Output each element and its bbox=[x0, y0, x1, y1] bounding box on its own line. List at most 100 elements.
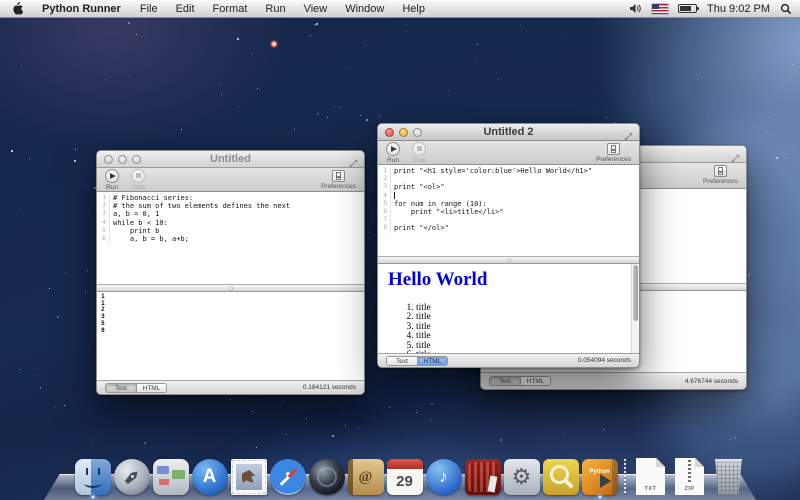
dock-icon-facetime[interactable] bbox=[308, 455, 345, 495]
list-item: title bbox=[416, 342, 629, 351]
dock-icon-mission-control[interactable] bbox=[152, 455, 189, 495]
preferences-button[interactable]: Preferences bbox=[703, 165, 738, 185]
dock-icon-mail[interactable] bbox=[230, 455, 267, 495]
dock-icon-calendar[interactable]: 29 bbox=[386, 455, 423, 495]
dock-icon-search-app[interactable] bbox=[542, 455, 579, 495]
code-line: 4 bbox=[378, 192, 639, 200]
dock-icon-txt-document[interactable]: TXT bbox=[632, 455, 669, 495]
minimize-button[interactable] bbox=[399, 128, 408, 137]
code-line: 5for num in range (10): bbox=[378, 200, 639, 208]
dock-icon-trash[interactable] bbox=[710, 455, 747, 495]
scrollbar[interactable] bbox=[631, 264, 639, 353]
volume-icon[interactable] bbox=[629, 3, 642, 14]
dock-icon-photo-booth[interactable] bbox=[464, 455, 501, 495]
switch-icon bbox=[714, 165, 727, 177]
text-mode-tab[interactable]: Text bbox=[387, 357, 417, 365]
dock-icon-system-preferences[interactable]: ⚙ bbox=[503, 455, 540, 495]
minimize-button[interactable] bbox=[118, 155, 127, 164]
menu-bar-clock[interactable]: Thu 9:02 PM bbox=[707, 3, 770, 15]
titlebar[interactable]: Untitled bbox=[97, 151, 364, 168]
dock-icon-zip-document[interactable]: ZIP bbox=[671, 455, 708, 495]
desktop: Python Runner FileEditFormatRunViewWindo… bbox=[0, 0, 800, 500]
window-untitled-2: Untitled 2 Run Stop Preferences bbox=[377, 123, 640, 368]
close-button[interactable] bbox=[104, 155, 113, 164]
dock-icon-launchpad[interactable] bbox=[113, 455, 150, 495]
play-icon bbox=[386, 142, 400, 156]
output-mode-switch: Text HTML bbox=[386, 356, 448, 366]
list-item: title bbox=[416, 332, 629, 341]
dock: A @ 29 ♪ ⚙ Python bbox=[0, 444, 800, 500]
dock-icon-safari[interactable] bbox=[269, 455, 306, 495]
output-line: 2 bbox=[101, 307, 364, 314]
html-mode-tab[interactable]: HTML bbox=[520, 377, 550, 385]
code-editor[interactable]: 1# Fibonacci series: 2# the sum of two e… bbox=[97, 192, 364, 284]
preferences-button[interactable]: Preferences bbox=[321, 170, 356, 190]
elapsed-time: 0.054094 seconds bbox=[578, 357, 631, 364]
run-button[interactable]: Run bbox=[105, 169, 119, 191]
dock-divider bbox=[620, 455, 630, 495]
switch-icon bbox=[607, 143, 620, 155]
apple-menu-icon[interactable] bbox=[0, 2, 32, 15]
code-line: 3print "<ol>" bbox=[378, 183, 639, 191]
us-flag-icon[interactable] bbox=[652, 4, 668, 14]
output-mode-switch: Text HTML bbox=[489, 376, 551, 386]
stop-button[interactable]: Stop bbox=[412, 142, 426, 164]
output-line: 1 bbox=[101, 294, 364, 301]
code-line: 1# Fibonacci series: bbox=[97, 194, 364, 202]
code-line: 8print "</ol>" bbox=[378, 224, 639, 232]
elapsed-time: 4.676744 seconds bbox=[685, 378, 738, 385]
output-area: 112358 bbox=[97, 292, 364, 380]
text-mode-tab[interactable]: Text bbox=[490, 377, 520, 385]
list-item: title bbox=[416, 313, 629, 322]
titlebar[interactable]: Untitled 2 bbox=[378, 124, 639, 141]
menu-item[interactable]: File bbox=[131, 3, 167, 15]
battery-icon[interactable] bbox=[678, 4, 697, 13]
code-line: 4while b < 10: bbox=[97, 219, 364, 227]
stop-icon bbox=[131, 169, 145, 183]
app-menu-python-runner[interactable]: Python Runner bbox=[32, 3, 131, 15]
preferences-button[interactable]: Preferences bbox=[596, 143, 631, 163]
close-button[interactable] bbox=[385, 128, 394, 137]
dock-icon-finder[interactable] bbox=[74, 455, 111, 495]
running-indicator bbox=[91, 495, 95, 499]
spotlight-icon[interactable] bbox=[780, 3, 792, 15]
menu-item[interactable]: Format bbox=[204, 3, 257, 15]
html-mode-tab[interactable]: HTML bbox=[417, 357, 447, 365]
menu-item[interactable]: Run bbox=[256, 3, 294, 15]
zoom-button[interactable] bbox=[413, 128, 422, 137]
dock-icon-python-runner[interactable]: Python bbox=[581, 455, 618, 495]
splitter-handle[interactable] bbox=[378, 256, 639, 264]
splitter-handle[interactable] bbox=[97, 284, 364, 292]
run-button[interactable]: Run bbox=[386, 142, 400, 164]
code-line: 2# the sum of two elements defines the n… bbox=[97, 202, 364, 210]
red-star bbox=[270, 40, 278, 48]
menu-item[interactable]: Edit bbox=[167, 3, 204, 15]
text-caret bbox=[394, 192, 395, 199]
switch-icon bbox=[332, 170, 345, 182]
menu-item[interactable]: Help bbox=[393, 3, 434, 15]
code-line: 7 bbox=[378, 216, 639, 224]
zoom-button[interactable] bbox=[132, 155, 141, 164]
html-mode-tab[interactable]: HTML bbox=[136, 384, 166, 392]
scrollbar-thumb[interactable] bbox=[633, 265, 638, 321]
dock-icon-itunes[interactable]: ♪ bbox=[425, 455, 462, 495]
dock-icon-address-book[interactable]: @ bbox=[347, 455, 384, 495]
code-line: 1print "<h1 style='color:blue'>Hello Wor… bbox=[378, 167, 639, 175]
code-line: 5 print b bbox=[97, 227, 364, 235]
code-line: 6 print "<li>title</li>" bbox=[378, 208, 639, 216]
output-line: 1 bbox=[101, 301, 364, 308]
menu-item[interactable]: Window bbox=[336, 3, 393, 15]
list-item: title bbox=[416, 351, 629, 353]
code-line: 2 bbox=[378, 175, 639, 183]
output-line: 5 bbox=[101, 321, 364, 328]
code-line: 3a, b = 0, 1 bbox=[97, 210, 364, 218]
rendered-heading: Hello World bbox=[388, 269, 629, 291]
elapsed-time: 0.184121 seconds bbox=[303, 384, 356, 391]
text-mode-tab[interactable]: Text bbox=[106, 384, 136, 392]
status-bar: Text HTML 4.676744 seconds bbox=[481, 372, 746, 389]
dock-icon-app-store[interactable]: A bbox=[191, 455, 228, 495]
menu-item[interactable]: View bbox=[295, 3, 337, 15]
stop-button[interactable]: Stop bbox=[131, 169, 145, 191]
list-item: title bbox=[416, 304, 629, 313]
code-editor[interactable]: 1print "<h1 style='color:blue'>Hello Wor… bbox=[378, 165, 639, 256]
